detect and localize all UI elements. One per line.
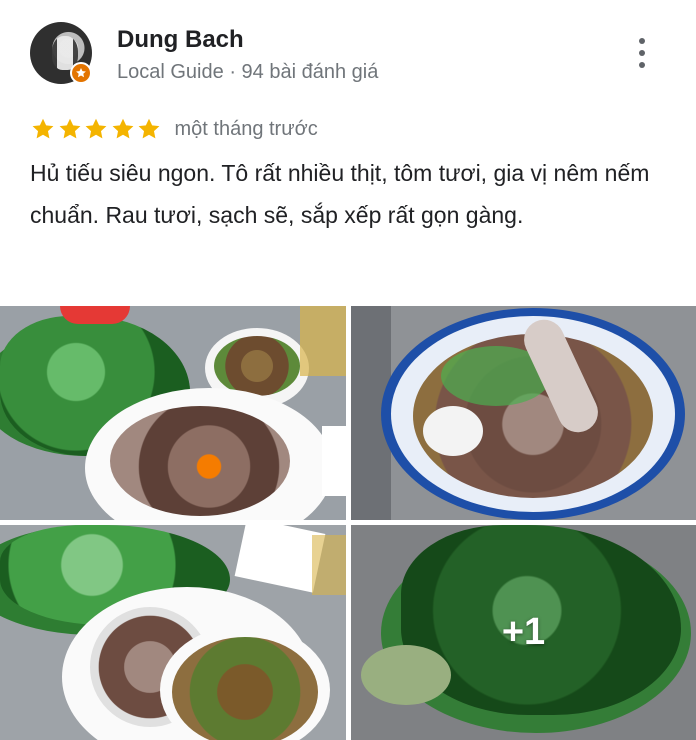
review-time: một tháng trước bbox=[174, 117, 318, 140]
meta-separator: · bbox=[229, 61, 236, 83]
more-photos-count[interactable]: +1 bbox=[351, 525, 696, 740]
more-vert-icon[interactable] bbox=[630, 38, 654, 72]
review-header: Dung Bach Local Guide · 94 bài đánh giá bbox=[0, 0, 696, 110]
star-rating bbox=[30, 116, 163, 142]
local-guide-star-icon bbox=[70, 62, 92, 84]
review-photo-3[interactable] bbox=[0, 525, 346, 740]
reviewer-meta: Local Guide · 94 bài đánh giá bbox=[117, 61, 378, 84]
star-icon bbox=[112, 118, 133, 139]
review-count: 94 bài đánh giá bbox=[241, 61, 379, 83]
rating-row: một tháng trước bbox=[30, 114, 318, 144]
review-photo-2[interactable] bbox=[351, 306, 696, 520]
star-icon bbox=[85, 118, 107, 139]
photo-grid: +1 bbox=[0, 306, 696, 740]
local-guide-label: Local Guide bbox=[117, 61, 224, 83]
review-photo-1[interactable] bbox=[0, 306, 346, 520]
star-icon bbox=[59, 118, 80, 139]
review-photo-4[interactable]: +1 bbox=[351, 525, 696, 740]
reviewer-name[interactable]: Dung Bach bbox=[117, 26, 244, 54]
star-icon bbox=[138, 118, 160, 139]
review-text: Hủ tiếu siêu ngon. Tô rất nhiều thịt, tô… bbox=[30, 160, 650, 228]
star-icon bbox=[32, 118, 54, 139]
